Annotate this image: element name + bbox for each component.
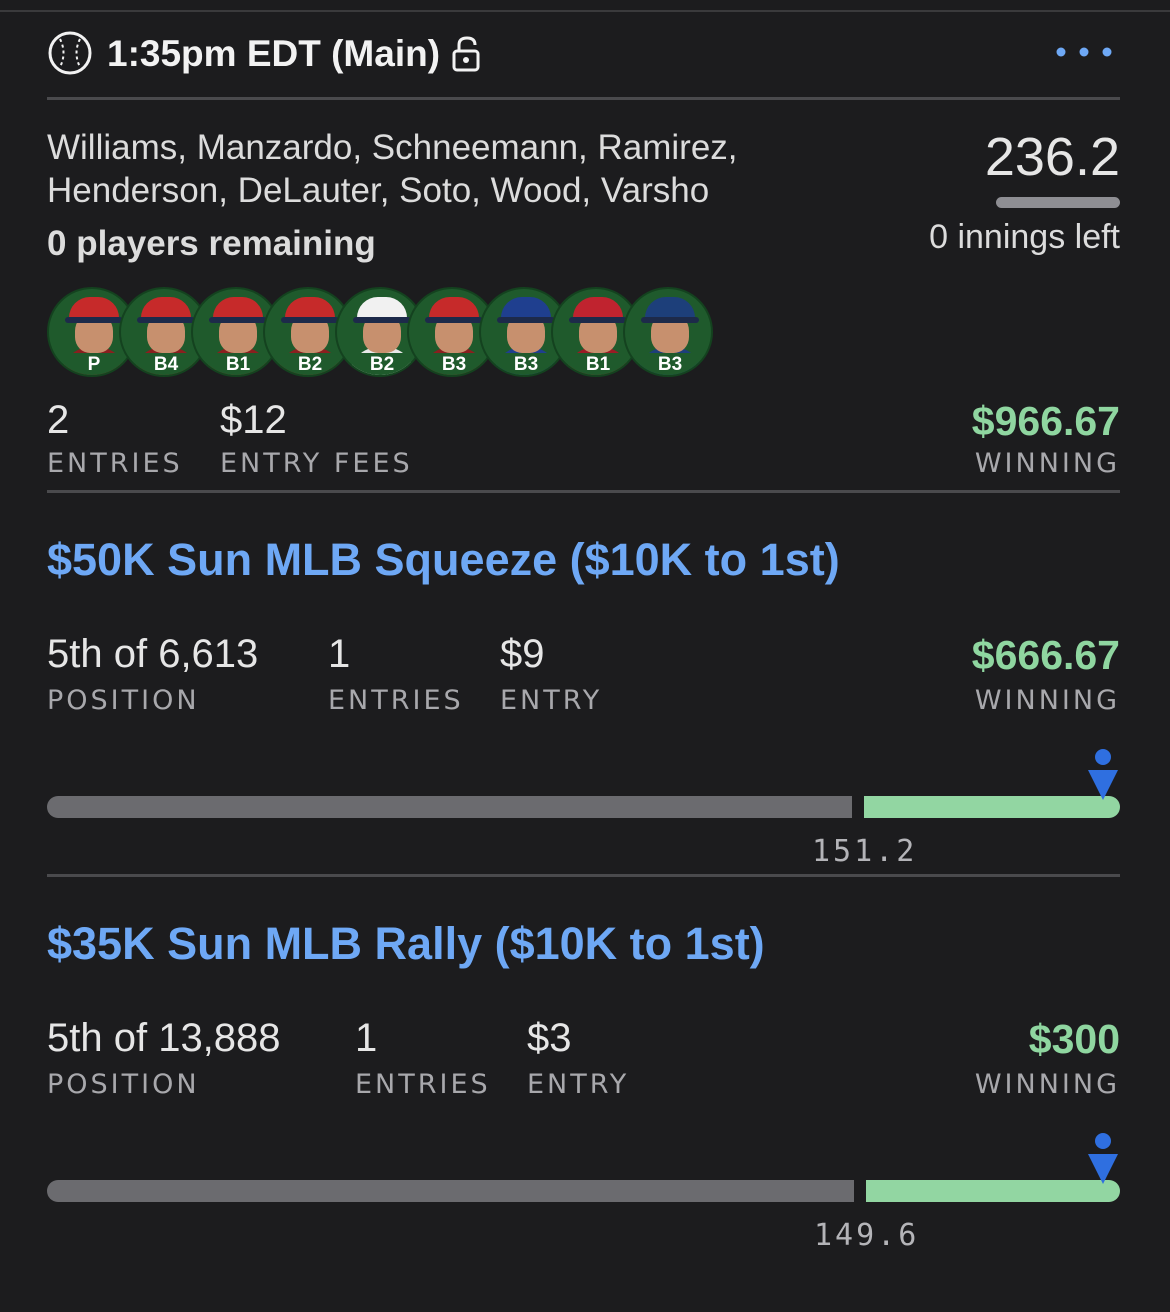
contest-title[interactable]: $50K Sun MLB Squeeze ($10K to 1st) <box>47 534 840 586</box>
entries-label: ENTRIES <box>355 1069 491 1100</box>
baseball-icon <box>47 30 93 76</box>
player-cap-brim <box>137 317 195 323</box>
contest-winning-value: $666.67 <box>971 632 1120 678</box>
contest-winning-label: WINNING <box>974 1069 1120 1100</box>
contest-winning-value: $300 <box>1028 1016 1120 1062</box>
contest-position: 5th of 13,888 <box>47 1016 281 1060</box>
contest-entry-fee: $9 <box>500 632 545 676</box>
player-avatar[interactable]: B3 <box>623 287 713 377</box>
player-cap-brim <box>497 317 555 323</box>
contest-divider <box>47 874 1120 877</box>
players-remaining: 0 players remaining <box>47 224 376 263</box>
slate-title[interactable]: 1:35pm EDT (Main) <box>107 30 440 78</box>
total-winning-value: $966.67 <box>971 398 1120 444</box>
more-dots-icon[interactable] <box>1055 44 1113 60</box>
entries-count: 2 <box>47 398 70 442</box>
payout-bar-below-cash <box>47 1180 854 1202</box>
user-position-icon <box>1086 748 1120 804</box>
player-position: B3 <box>657 354 683 375</box>
position-label: POSITION <box>47 1069 200 1100</box>
player-cap-brim <box>425 317 483 323</box>
entry-label: ENTRY <box>527 1069 630 1100</box>
contest-winning-label: WINNING <box>974 685 1120 716</box>
entries-label: ENTRIES <box>328 685 464 716</box>
payout-bar-below-cash <box>47 796 852 818</box>
position-label: POSITION <box>47 685 200 716</box>
cash-line-score: 151.2 <box>812 834 918 869</box>
summary-divider <box>47 490 1120 493</box>
lineup-score: 236.2 <box>984 127 1120 187</box>
player-cap-brim <box>281 317 339 323</box>
unlock-icon <box>450 35 484 73</box>
contest-position: 5th of 6,613 <box>47 632 259 676</box>
player-cap-brim <box>65 317 123 323</box>
entries-label: ENTRIES <box>47 448 183 479</box>
player-cap-brim <box>641 317 699 323</box>
score-progress-bar <box>996 197 1120 208</box>
payout-bar-in-cash <box>864 796 1120 818</box>
player-cap-brim <box>209 317 267 323</box>
lineup-player-names: Williams, Manzardo, Schneemann, Ramirez,… <box>47 128 738 210</box>
entry-fees-label: ENTRY FEES <box>220 448 413 479</box>
innings-left: 0 innings left <box>929 218 1120 256</box>
payout-bar-in-cash <box>866 1180 1120 1202</box>
contest-entry-fee: $3 <box>527 1016 572 1060</box>
contest-entries: 1 <box>328 632 351 676</box>
header-divider <box>47 97 1120 100</box>
cash-line-score: 149.6 <box>814 1218 920 1253</box>
contest-title[interactable]: $35K Sun MLB Rally ($10K to 1st) <box>47 918 765 970</box>
user-position-icon <box>1086 1132 1120 1188</box>
player-cap-brim <box>353 317 411 323</box>
entry-fees-value: $12 <box>220 398 287 442</box>
total-winning-label: WINNING <box>974 448 1120 479</box>
entry-label: ENTRY <box>500 685 603 716</box>
contest-entries: 1 <box>355 1016 378 1060</box>
top-divider <box>0 10 1170 12</box>
player-cap-brim <box>569 317 627 323</box>
